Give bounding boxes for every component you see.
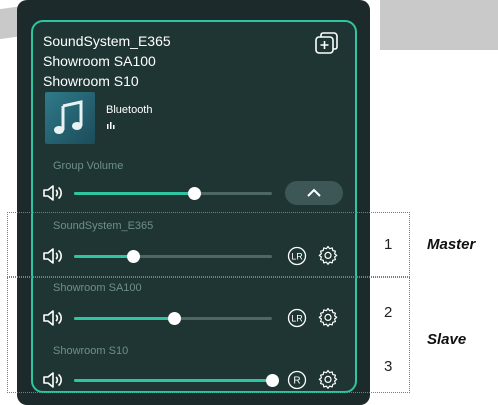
group-name-2: Showroom SA100 (43, 53, 156, 69)
background-shape-right (380, 0, 498, 50)
master-label: Master (427, 236, 476, 253)
group-volume-label: Group Volume (53, 160, 124, 172)
album-art (45, 92, 95, 144)
annotation-number-2: 2 (384, 304, 393, 321)
slave-highlight-box (7, 277, 410, 393)
group-copy-icon[interactable] (313, 30, 341, 56)
group-name-1: SoundSystem_E365 (43, 33, 171, 49)
chevron-up-icon (307, 188, 321, 197)
source-label: Bluetooth (106, 104, 153, 116)
annotation-number-3: 3 (384, 358, 393, 375)
playing-bars-icon (107, 122, 115, 129)
slave-label: Slave (427, 331, 467, 348)
group-volume-slider[interactable] (74, 187, 272, 200)
music-note-icon (54, 100, 83, 134)
group-volume-fill (74, 192, 195, 195)
annotation-number-1: 1 (384, 236, 393, 253)
speaker-icon[interactable] (42, 184, 64, 202)
collapse-button[interactable] (285, 181, 343, 205)
group-name-3: Showroom S10 (43, 73, 139, 89)
master-highlight-box (7, 212, 410, 277)
